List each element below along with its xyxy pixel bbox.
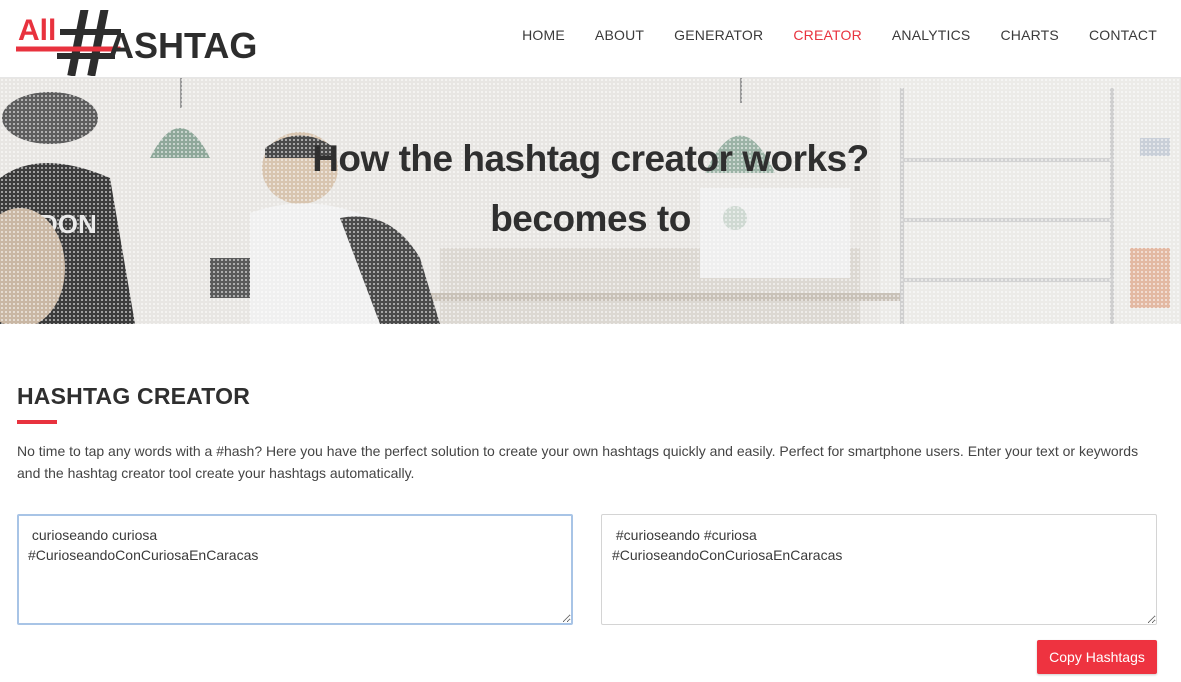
site-header: All ASHTAG HOME ABOUT GENERATOR CREATOR ANAL… bbox=[0, 0, 1181, 78]
site-logo[interactable]: All ASHTAG bbox=[16, 10, 261, 76]
nav-item-creator[interactable]: CREATOR bbox=[793, 27, 862, 43]
main-nav: HOME ABOUT GENERATOR CREATOR ANALYTICS CHARTS… bbox=[492, 0, 1157, 70]
hero-title-line2: becomes to bbox=[490, 198, 691, 239]
section-title: HASHTAG CREATOR bbox=[17, 383, 250, 409]
logo-suffix-text: ASHTAG bbox=[108, 25, 257, 66]
hashtags-output[interactable] bbox=[601, 514, 1157, 625]
hero-banner: ONDON How the hashtag creator works? bec… bbox=[0, 78, 1181, 324]
nav-item-contact[interactable]: CONTACT bbox=[1089, 27, 1157, 43]
title-underline bbox=[17, 420, 57, 424]
nav-item-generator[interactable]: GENERATOR bbox=[674, 27, 763, 43]
nav-item-home[interactable]: HOME bbox=[522, 27, 565, 43]
nav-item-analytics[interactable]: ANALYTICS bbox=[892, 27, 971, 43]
section-description: No time to tap any words with a #hash? H… bbox=[17, 443, 1139, 481]
logo-prefix-text: All bbox=[18, 14, 56, 47]
nav-item-about[interactable]: ABOUT bbox=[595, 27, 644, 43]
hero-title-line1: How the hashtag creator works? bbox=[312, 138, 869, 179]
nav-item-charts[interactable]: CHARTS bbox=[1000, 27, 1059, 43]
keywords-input[interactable] bbox=[17, 514, 573, 625]
logo-graphic: All ASHTAG bbox=[16, 10, 257, 76]
copy-hashtags-button[interactable]: Copy Hashtags bbox=[1037, 640, 1157, 674]
